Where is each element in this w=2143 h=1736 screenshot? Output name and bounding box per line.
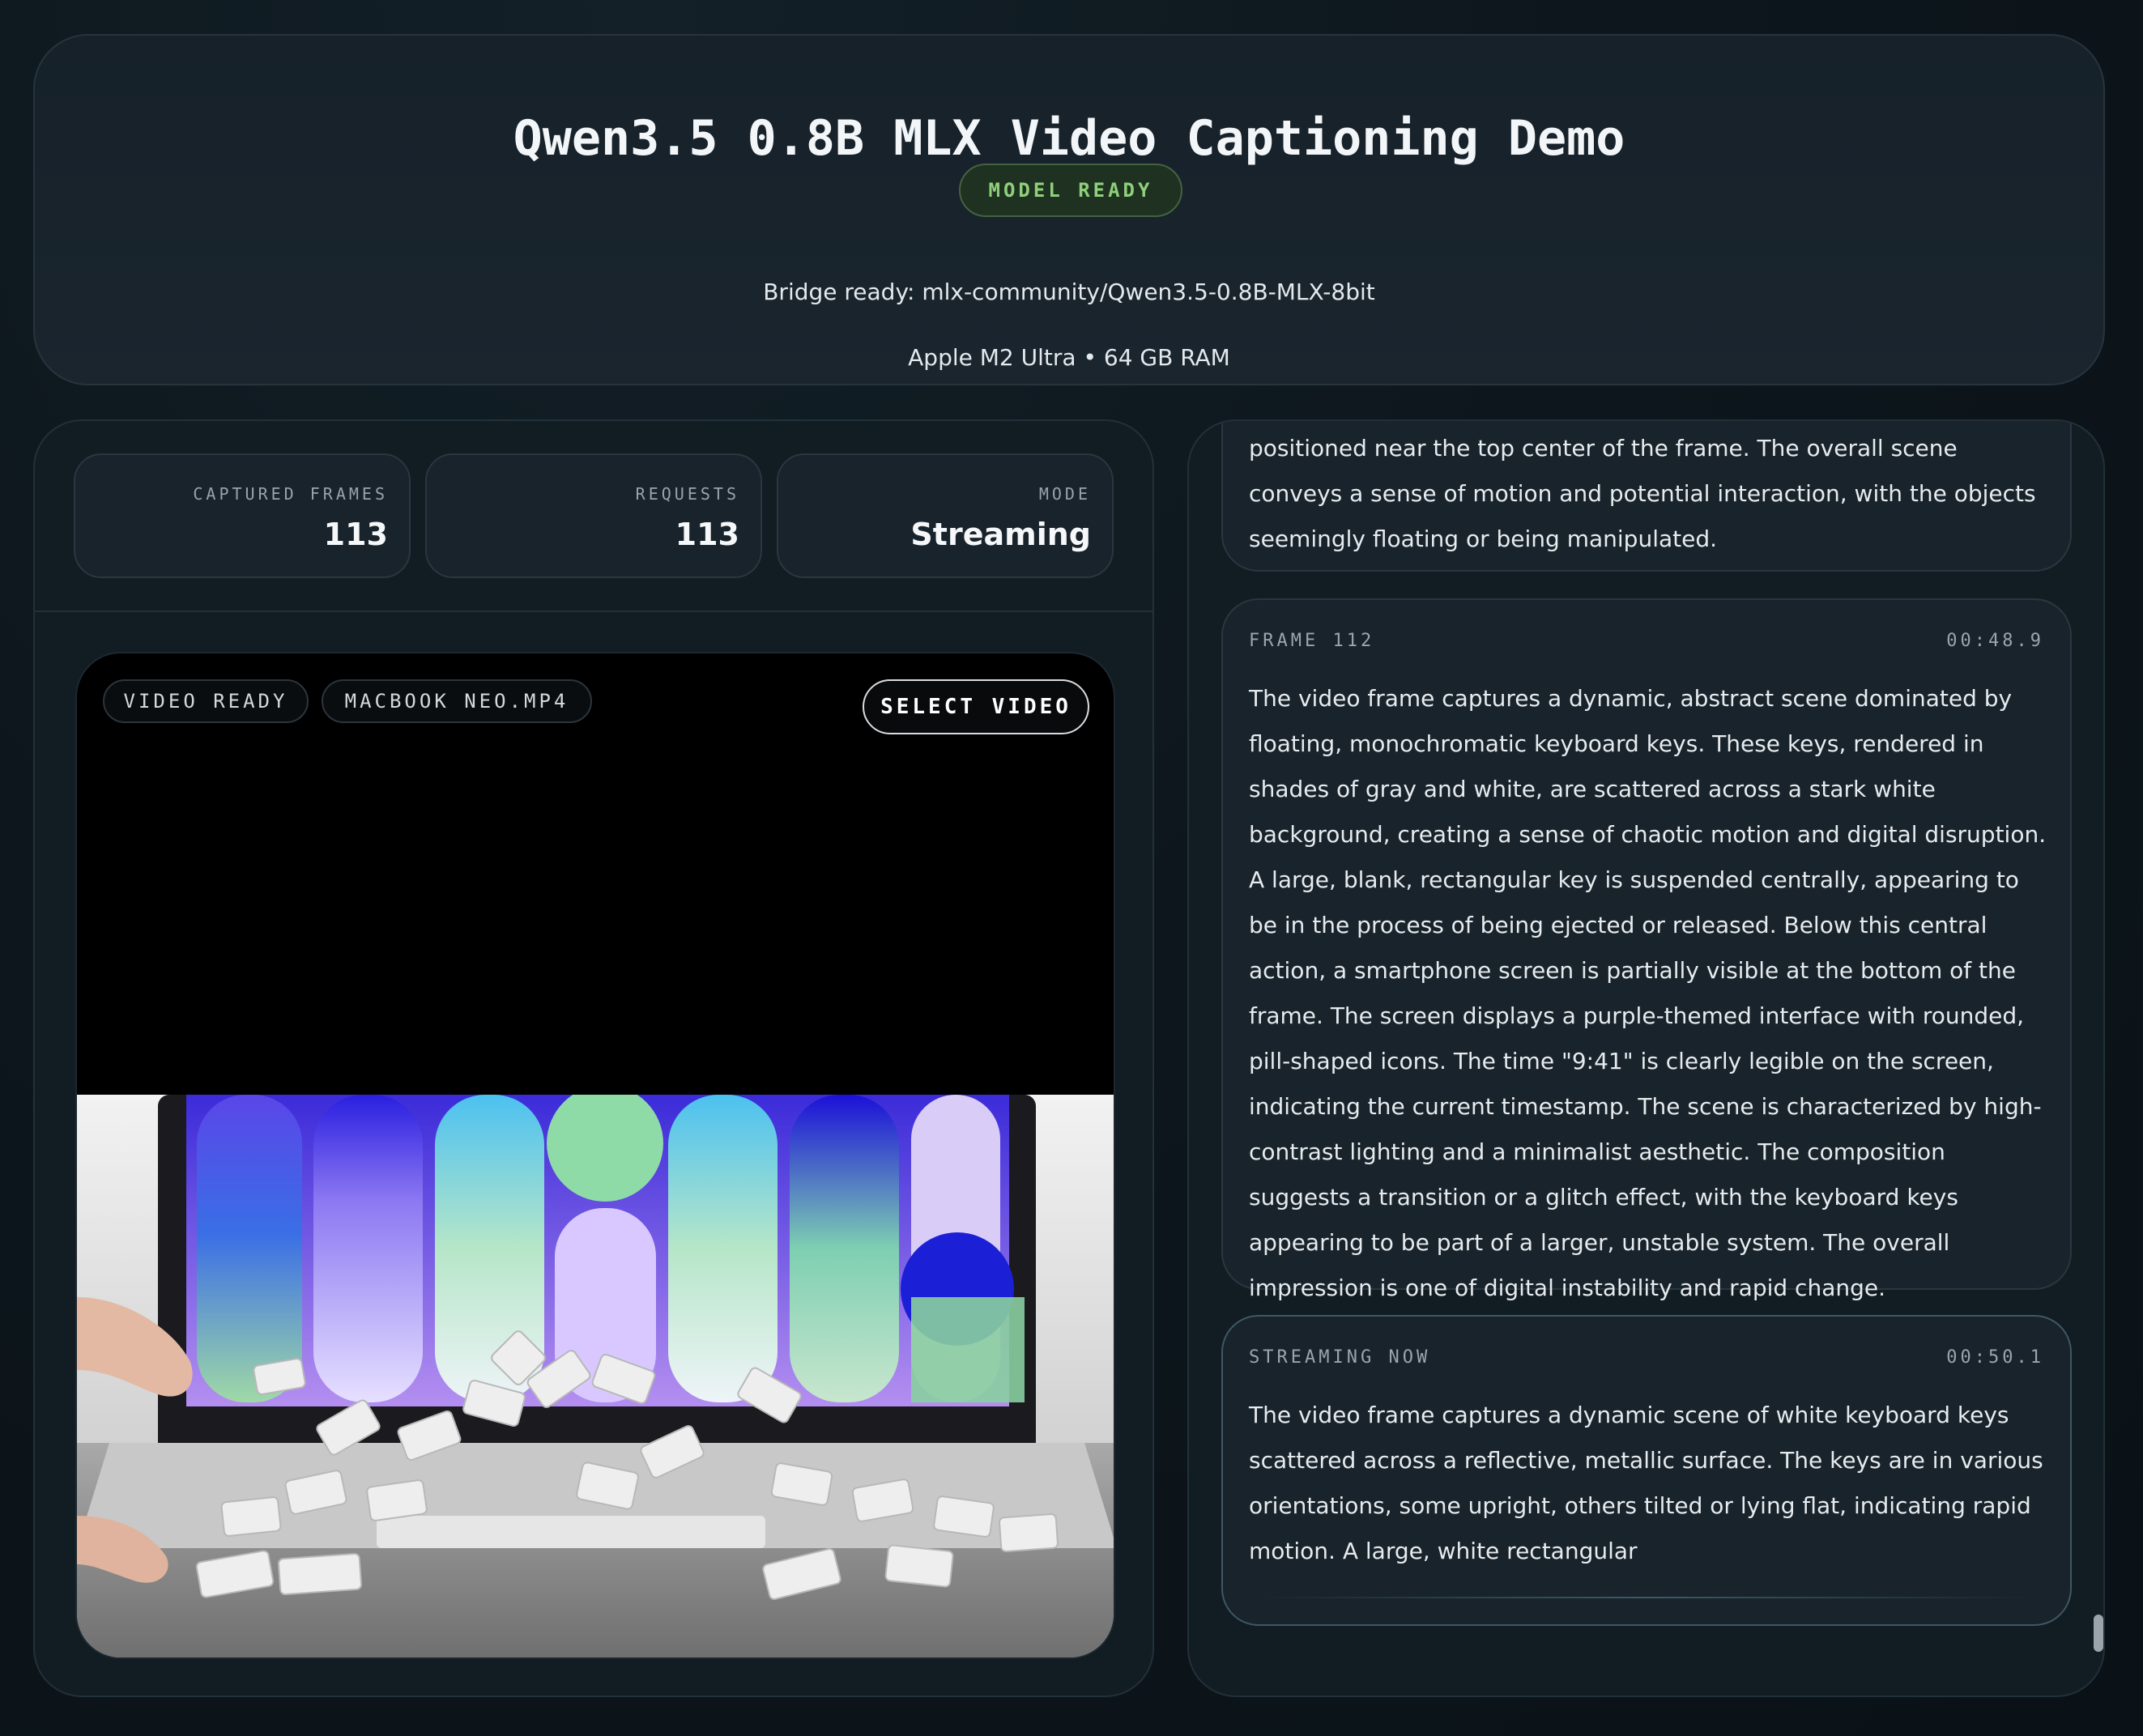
model-status-badge: MODEL READY <box>959 164 1182 217</box>
hardware-info-text: Apple M2 Ultra • 64 GB RAM <box>908 344 1230 371</box>
caption-text: positioned near the top center of the fr… <box>1249 435 2036 552</box>
header-panel: Qwen3.5 0.8B MLX Video Captioning Demo M… <box>33 34 2105 385</box>
streaming-progress-line <box>1255 1597 2038 1598</box>
bridge-status-text: Bridge ready: mlx-community/Qwen3.5-0.8B… <box>763 279 1375 305</box>
caption-header: FRAME 112 00:48.9 <box>1249 631 2044 651</box>
caption-text: The video frame captures a dynamic, abst… <box>1249 685 2047 1301</box>
streaming-timestamp: 00:50.1 <box>1946 1347 2044 1368</box>
stat-value: 113 <box>323 517 388 552</box>
stat-value: Streaming <box>910 517 1091 552</box>
video-player[interactable]: VIDEO READY MACBOOK NEO.MP4 SELECT VIDEO <box>75 652 1115 1659</box>
caption-card-previous: positioned near the top center of the fr… <box>1221 421 2072 572</box>
video-frame[interactable] <box>77 1085 1114 1657</box>
caption-card-streaming: STREAMING NOW 00:50.1 The video frame ca… <box>1221 1315 2072 1626</box>
caption-header: STREAMING NOW 00:50.1 <box>1249 1347 2044 1368</box>
stat-label: CAPTURED FRAMES <box>193 484 388 504</box>
video-file-chip: MACBOOK NEO.MP4 <box>322 679 592 723</box>
stat-label: REQUESTS <box>635 484 739 504</box>
streaming-label: STREAMING NOW <box>1249 1347 1431 1368</box>
scrollbar-thumb[interactable] <box>2094 1615 2103 1652</box>
stat-requests: REQUESTS 113 <box>425 453 762 578</box>
stat-mode: MODE Streaming <box>777 453 1114 578</box>
stat-value: 113 <box>675 517 739 552</box>
page-title: Qwen3.5 0.8B MLX Video Captioning Demo <box>513 110 1625 167</box>
stat-label: MODE <box>1038 484 1091 504</box>
video-status-chip: VIDEO READY <box>103 679 309 723</box>
video-frame-image <box>77 1085 1114 1657</box>
stat-captured-frames: CAPTURED FRAMES 113 <box>74 453 411 578</box>
video-panel: CAPTURED FRAMES 113 REQUESTS 113 MODE St… <box>33 419 1154 1697</box>
frame-label: FRAME 112 <box>1249 631 1375 651</box>
divider <box>35 611 1152 612</box>
caption-card-frame: FRAME 112 00:48.9 The video frame captur… <box>1221 598 2072 1301</box>
captions-panel[interactable]: positioned near the top center of the fr… <box>1187 419 2105 1697</box>
frame-timestamp: 00:48.9 <box>1946 631 2044 651</box>
caption-text: The video frame captures a dynamic scene… <box>1249 1402 2043 1564</box>
select-video-button[interactable]: SELECT VIDEO <box>863 679 1089 734</box>
